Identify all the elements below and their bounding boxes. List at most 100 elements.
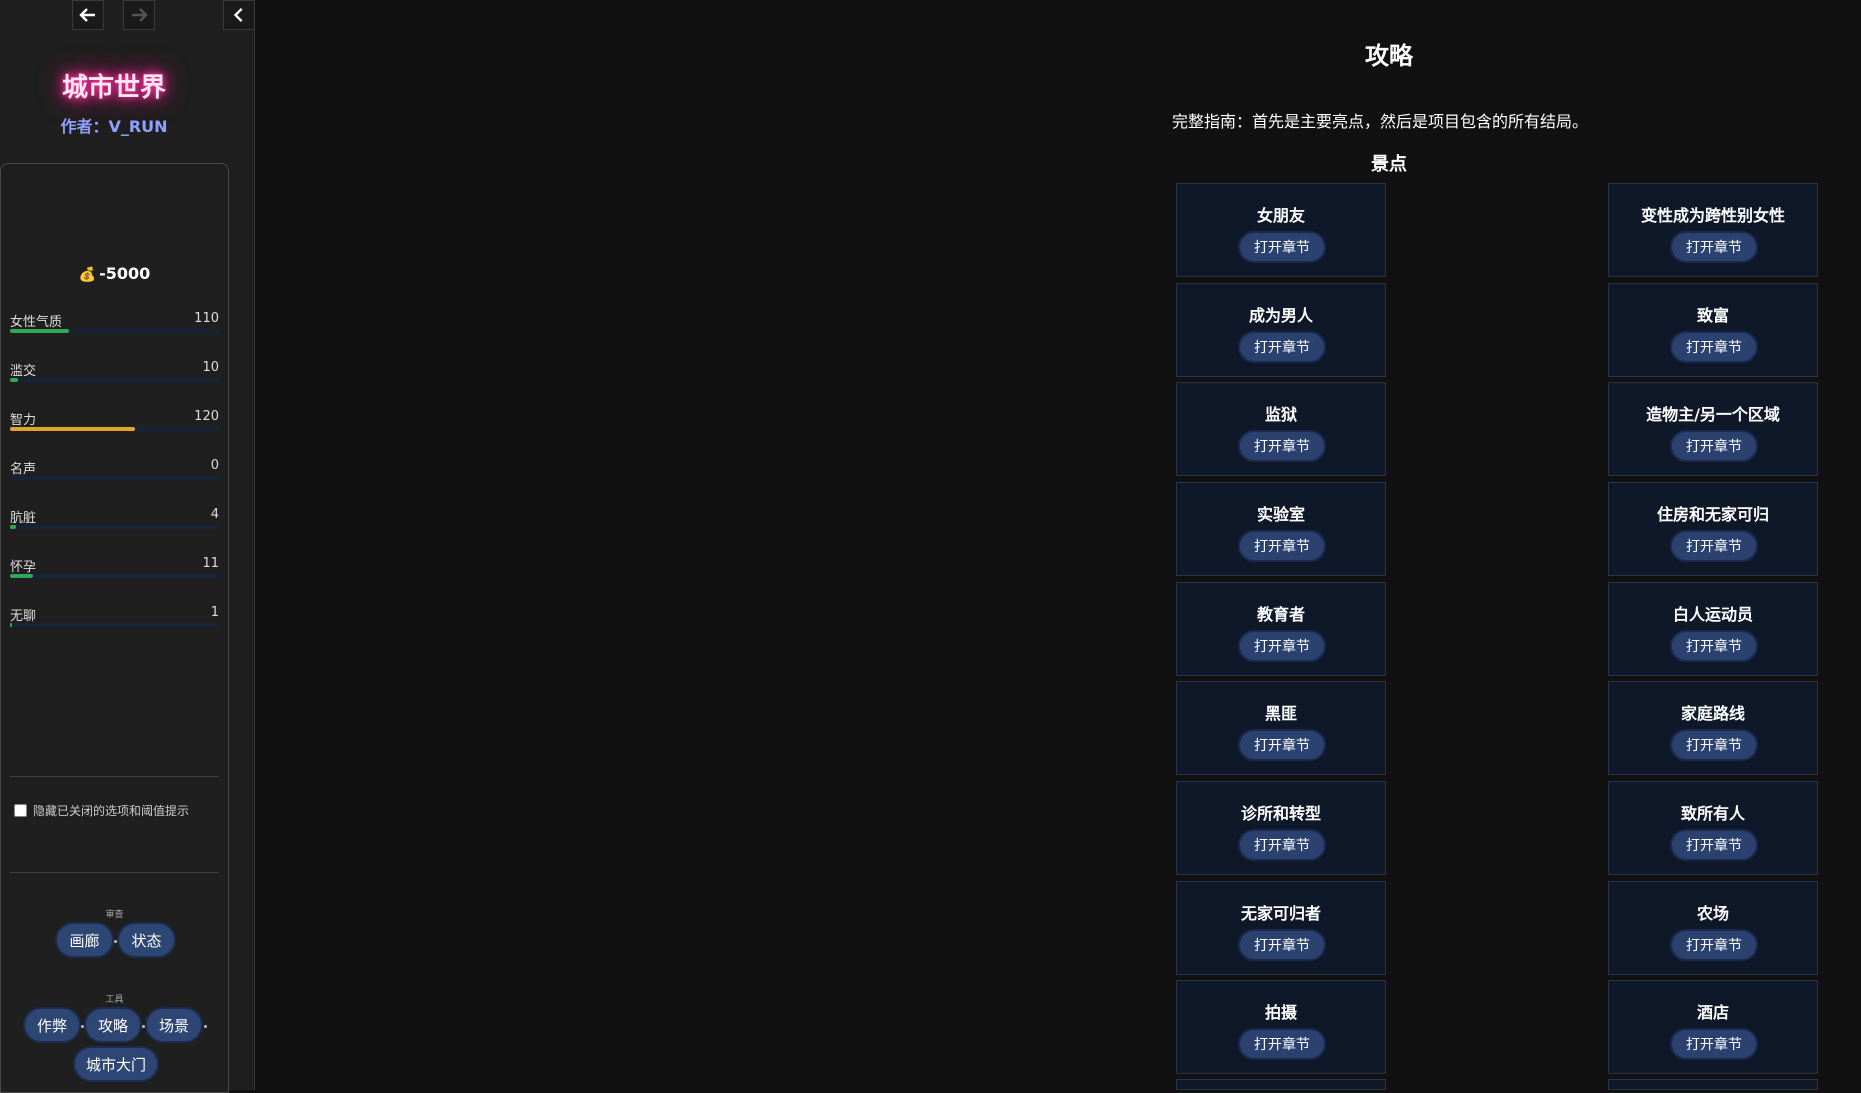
chapter-card-partial <box>1608 1079 1818 1090</box>
guide-description: 完整指南：首先是主要亮点，然后是项目包含的所有结局。 <box>1172 112 1589 131</box>
chapter-title: 无家可归者 <box>1240 904 1321 923</box>
chapter-card-partial <box>1176 1079 1386 1090</box>
open-chapter-button[interactable]: 打开章节 <box>1670 729 1758 761</box>
open-chapter-button[interactable]: 打开章节 <box>1670 231 1758 263</box>
divider <box>10 872 219 873</box>
stat-label: 怀孕 <box>10 560 37 575</box>
back-button[interactable] <box>72 0 104 30</box>
chapter-card: 家庭路线 打开章节 <box>1608 681 1818 775</box>
open-chapter-button[interactable]: 打开章节 <box>1238 430 1326 462</box>
story-author: 作者：V_RUN <box>60 117 168 136</box>
stat-label: 滥交 <box>10 364 37 379</box>
cheat-button[interactable]: 作弊 <box>23 1007 81 1043</box>
money-value: -5000 <box>99 264 151 283</box>
stat-value: 0 <box>210 458 219 473</box>
chapter-title: 实验室 <box>1256 505 1305 524</box>
stat-boredom: 无聊 1 <box>10 605 219 627</box>
sidebar: 城市世界 作者：V_RUN 💰 -5000 女性气质 110 滥交 10 智力 1… <box>0 0 255 1093</box>
status-button[interactable]: 状态 <box>117 922 176 958</box>
chapter-card: 白人运动员 打开章节 <box>1608 582 1818 676</box>
review-group-label: 审查 <box>105 910 124 920</box>
chapter-card: 实验室 打开章节 <box>1176 482 1386 576</box>
open-chapter-button[interactable]: 打开章节 <box>1670 430 1758 462</box>
open-chapter-button[interactable]: 打开章节 <box>1670 929 1758 961</box>
stat-bar <box>10 329 219 333</box>
arrow-left-icon <box>79 8 95 22</box>
chapter-card: 无家可归者 打开章节 <box>1176 881 1386 975</box>
tools-group-label: 工具 <box>105 995 124 1005</box>
open-chapter-button[interactable]: 打开章节 <box>1238 1028 1326 1060</box>
chapter-title: 拍摄 <box>1264 1003 1297 1022</box>
chapter-card: 住房和无家可归打开章节 <box>1608 482 1818 576</box>
open-chapter-button[interactable]: 打开章节 <box>1670 1028 1758 1060</box>
stat-dirtiness: 肮脏 4 <box>10 507 219 529</box>
stat-intelligence: 智力 120 <box>10 409 219 431</box>
chapter-card: 农场 打开章节 <box>1608 881 1818 975</box>
stat-value: 4 <box>210 507 219 522</box>
stat-value: 120 <box>194 409 219 424</box>
chapter-title: 成为男人 <box>1248 306 1313 325</box>
money-display: 💰 -5000 <box>1 264 228 283</box>
stat-fame: 名声 0 <box>10 458 219 480</box>
chapter-title: 诊所和转型 <box>1240 804 1321 823</box>
forward-button[interactable] <box>123 0 155 30</box>
chapter-title: 致富 <box>1696 306 1729 325</box>
stat-pregnancy: 怀孕 11 <box>10 556 219 578</box>
chapter-card: 成为男人 打开章节 <box>1176 283 1386 377</box>
open-chapter-button[interactable]: 打开章节 <box>1238 231 1326 263</box>
chapter-title: 黑匪 <box>1264 704 1297 723</box>
chapter-card: 变性成为跨性别女性打开章节 <box>1608 183 1818 277</box>
open-chapter-button[interactable]: 打开章节 <box>1238 530 1326 562</box>
open-chapter-button[interactable]: 打开章节 <box>1238 729 1326 761</box>
stat-bar <box>10 623 219 627</box>
stat-label: 女性气质 <box>10 315 63 330</box>
money-bag-icon: 💰 <box>78 267 97 283</box>
walkthrough-button[interactable]: 攻略 <box>84 1007 142 1043</box>
divider <box>10 776 219 777</box>
scenes-button[interactable]: 场景 <box>145 1007 203 1043</box>
chevron-left-icon <box>233 7 243 23</box>
stat-bar-fill <box>10 623 13 627</box>
arrow-right-icon <box>132 8 148 22</box>
stat-bar <box>10 476 219 480</box>
stat-bar-fill <box>10 329 69 333</box>
hide-closed-options-toggle[interactable]: 隐藏已关闭的选项和阈值提示 <box>14 802 189 819</box>
chapter-card: 致富 打开章节 <box>1608 283 1818 377</box>
chapter-card: 酒店 打开章节 <box>1608 980 1818 1074</box>
collapse-sidebar-button[interactable] <box>223 0 255 30</box>
stats-panel: 💰-5000 女性气质 110 滥交 10 智力 120 名声 0 肮脏 4 <box>0 163 229 1093</box>
chapter-title: 住房和无家可归 <box>1656 505 1769 524</box>
stat-label: 无聊 <box>10 609 37 624</box>
open-chapter-button[interactable]: 打开章节 <box>1238 929 1326 961</box>
chapter-card: 监狱 打开章节 <box>1176 382 1386 476</box>
stat-bar-fill <box>10 525 17 529</box>
open-chapter-button[interactable]: 打开章节 <box>1670 829 1758 861</box>
chapter-title: 白人运动员 <box>1672 605 1753 624</box>
chapter-title: 酒店 <box>1696 1003 1729 1022</box>
stat-label: 名声 <box>10 462 37 477</box>
open-chapter-button[interactable]: 打开章节 <box>1670 331 1758 363</box>
open-chapter-button[interactable]: 打开章节 <box>1670 630 1758 662</box>
open-chapter-button[interactable]: 打开章节 <box>1238 331 1326 363</box>
open-chapter-button[interactable]: 打开章节 <box>1238 829 1326 861</box>
chapter-card: 拍摄 打开章节 <box>1176 980 1386 1074</box>
gallery-button[interactable]: 画廊 <box>55 922 114 958</box>
checkbox[interactable] <box>14 804 27 817</box>
separator-dot <box>204 1025 207 1028</box>
chapter-title: 监狱 <box>1264 405 1297 424</box>
chapter-title: 造物主/另一个区域 <box>1646 405 1780 424</box>
stat-value: 110 <box>194 311 219 326</box>
open-chapter-button[interactable]: 打开章节 <box>1238 630 1326 662</box>
stat-label: 肮脏 <box>10 511 37 526</box>
chapter-card: 女朋友 打开章节 <box>1176 183 1386 277</box>
stat-value: 10 <box>202 360 219 375</box>
city-gate-button[interactable]: 城市大门 <box>73 1046 159 1082</box>
chapter-title: 变性成为跨性别女性 <box>1640 206 1785 225</box>
chapter-card: 造物主/另一个区域打开章节 <box>1608 382 1818 476</box>
open-chapter-button[interactable]: 打开章节 <box>1670 530 1758 562</box>
stat-bar-fill <box>10 378 19 382</box>
chapter-title: 农场 <box>1696 904 1729 923</box>
stat-bar <box>10 574 219 578</box>
chapter-title: 女朋友 <box>1256 206 1305 225</box>
chapter-title: 致所有人 <box>1680 804 1745 823</box>
